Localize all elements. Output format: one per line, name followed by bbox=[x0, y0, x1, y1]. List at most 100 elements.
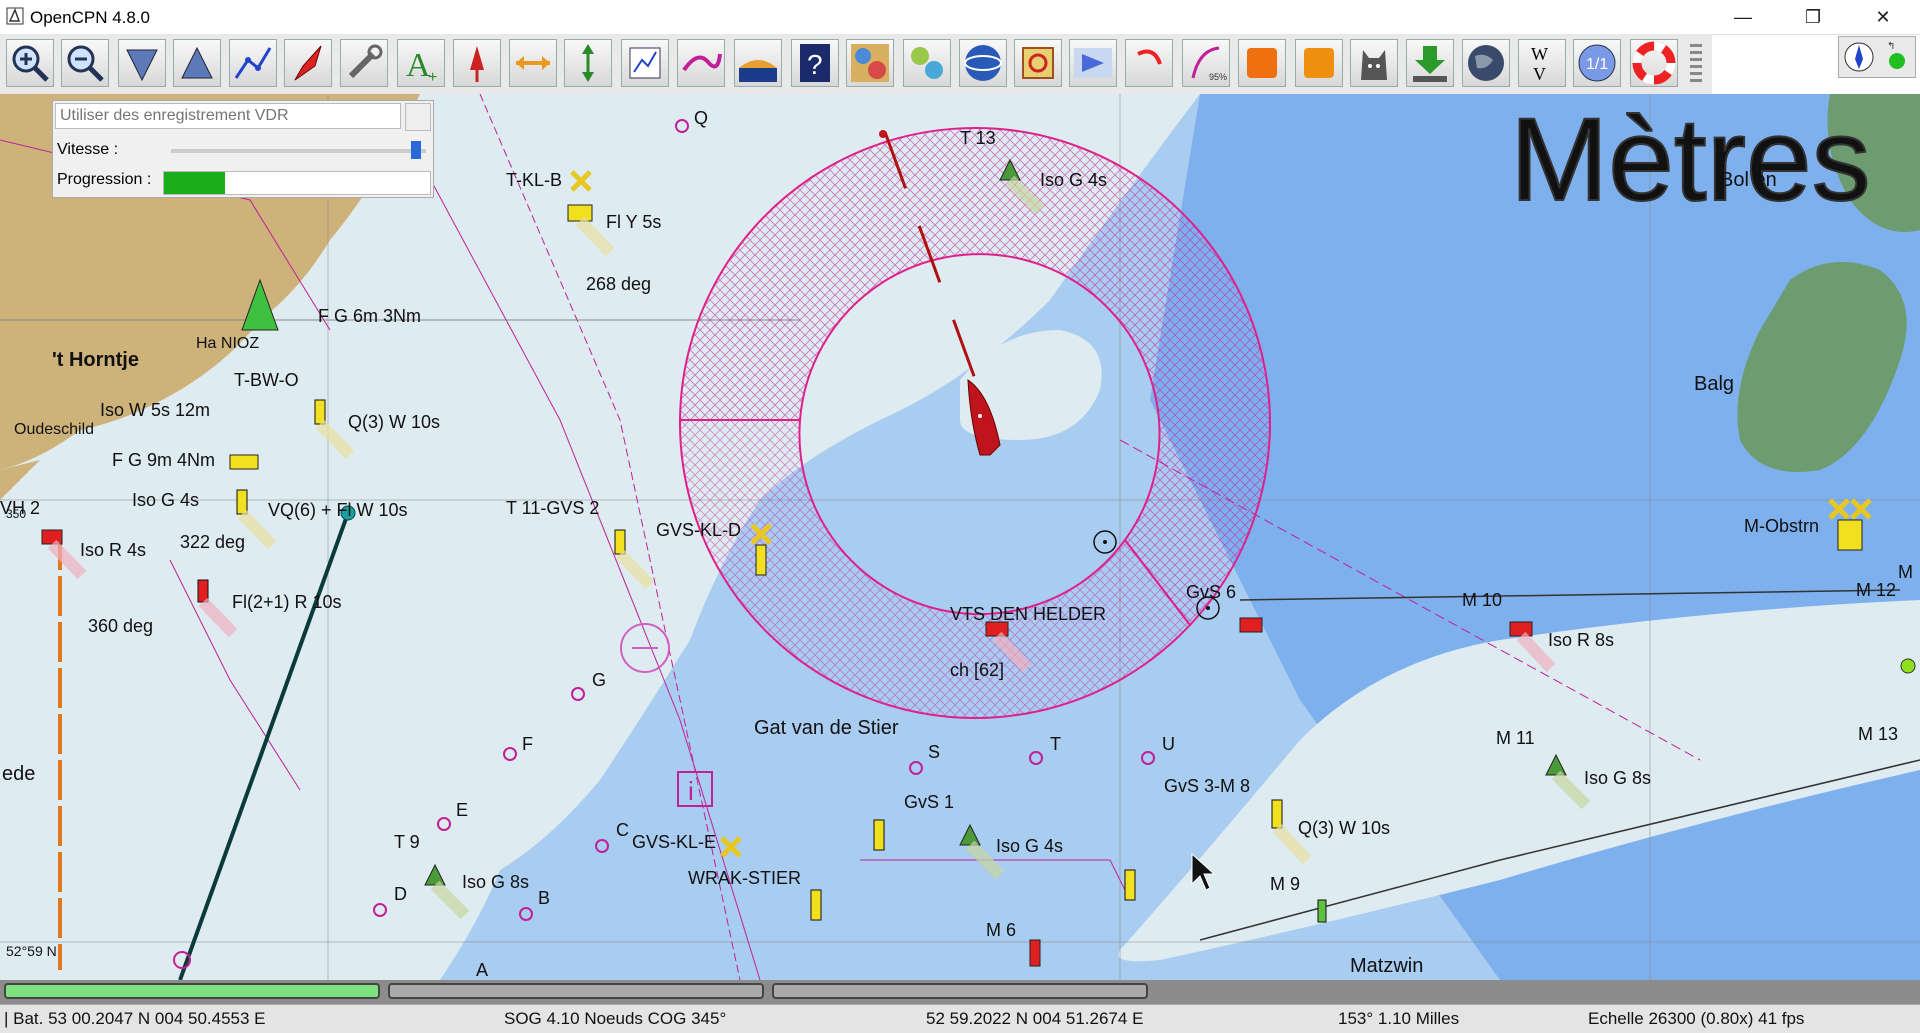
anchorage-label-g: G bbox=[592, 670, 606, 690]
vdr-file-button[interactable] bbox=[405, 103, 431, 131]
speed-slider[interactable] bbox=[171, 149, 426, 153]
watchdog-button[interactable] bbox=[1350, 39, 1398, 87]
tide-button[interactable] bbox=[509, 39, 557, 87]
logbook-button[interactable] bbox=[1014, 39, 1062, 87]
buoy-label-t11: T 11-GVS 2 bbox=[506, 498, 599, 518]
buoy-label-gvskle: GVS-KL-E bbox=[632, 832, 716, 852]
svg-text:?: ? bbox=[807, 49, 823, 80]
chart-bar-key-active[interactable] bbox=[4, 983, 380, 999]
area-label-gat-van-de-stier: Gat van de Stier bbox=[754, 717, 899, 739]
dashboard-icon bbox=[904, 40, 950, 86]
light-label-fg9m: F G 9m 4Nm bbox=[112, 450, 215, 470]
scale-up-icon bbox=[174, 40, 220, 86]
window-title: OpenCPN 4.8.0 bbox=[30, 8, 150, 28]
rotate-button[interactable] bbox=[1125, 39, 1173, 87]
area-label-bolen: Bol en bbox=[1720, 169, 1777, 191]
color-scheme-button[interactable] bbox=[734, 39, 782, 87]
download-button[interactable] bbox=[1406, 39, 1454, 87]
grib-button[interactable] bbox=[846, 39, 894, 87]
speed-slider-thumb[interactable] bbox=[411, 141, 421, 159]
progress-label: Progression : bbox=[57, 171, 151, 189]
google-earth-button[interactable] bbox=[959, 39, 1007, 87]
anchorage-label-e: E bbox=[456, 800, 468, 820]
anchorage-label-u: U bbox=[1162, 734, 1175, 754]
light-label-iso-g-8s-left: Iso G 8s bbox=[462, 872, 529, 892]
world-icon bbox=[1463, 40, 1509, 86]
buoy-label-m: M bbox=[1898, 562, 1913, 582]
measure-button[interactable] bbox=[564, 39, 612, 87]
settings-button[interactable] bbox=[340, 39, 388, 87]
speed-label: Vitesse : bbox=[57, 141, 118, 159]
cardinal-mark[interactable] bbox=[874, 820, 884, 850]
svg-text:W: W bbox=[1531, 44, 1548, 64]
scale-down-icon bbox=[119, 40, 165, 86]
vdr-button[interactable] bbox=[1069, 39, 1117, 87]
rotate-icon bbox=[1126, 40, 1172, 86]
light-label-iso-g-8s-right: Iso G 8s bbox=[1584, 768, 1651, 788]
place-label-nioz: Ha NIOZ bbox=[196, 335, 259, 352]
wmm-icon: WV bbox=[1519, 40, 1565, 86]
station-label-vts: VTS DEN HELDER bbox=[950, 604, 1106, 624]
lifebuoy-icon bbox=[1631, 40, 1677, 86]
light-label-iso-g-4s-mid: Iso G 4s bbox=[996, 836, 1063, 856]
vdr-playback-panel: Vitesse : Progression : bbox=[52, 100, 434, 198]
zoom-in-button[interactable] bbox=[6, 39, 54, 87]
help-button[interactable]: ? bbox=[791, 39, 839, 87]
orange-tool-2-button[interactable] bbox=[1295, 39, 1343, 87]
svg-text:V: V bbox=[1533, 64, 1546, 84]
chart-canvas[interactable]: i Mètres 't Horntje T 13 Iso G 4s T-KL-B… bbox=[0, 94, 1920, 980]
light-label-fl21: Fl(2+1) R 10s bbox=[232, 592, 342, 612]
man-overboard-button[interactable] bbox=[1630, 39, 1678, 87]
minimize-button[interactable]: — bbox=[1720, 0, 1766, 34]
close-button[interactable]: ✕ bbox=[1860, 0, 1906, 34]
track-button[interactable] bbox=[677, 39, 725, 87]
light-label-q3-w-10s: Q(3) W 10s bbox=[348, 412, 440, 432]
route-button[interactable] bbox=[229, 39, 277, 87]
yellow-special-mark[interactable] bbox=[230, 455, 258, 469]
dashboard-button[interactable] bbox=[903, 39, 951, 87]
light-label-q3-w-10s-right: Q(3) W 10s bbox=[1298, 818, 1390, 838]
compass-widget[interactable]: ↰ bbox=[1838, 36, 1916, 78]
red-buoy[interactable] bbox=[1240, 618, 1262, 632]
light-label-iso-r-8s: Iso R 8s bbox=[1548, 630, 1614, 650]
wmm-button[interactable]: WV bbox=[1518, 39, 1566, 87]
maximize-button[interactable]: ❐ bbox=[1790, 0, 1836, 34]
current-button[interactable] bbox=[453, 39, 501, 87]
chart-bar-key[interactable] bbox=[388, 983, 764, 999]
auto-follow-button[interactable] bbox=[284, 39, 332, 87]
cardinal-mark[interactable] bbox=[811, 890, 821, 920]
buoy-label-m9: M 9 bbox=[1270, 874, 1300, 894]
orange-tool-1-button[interactable] bbox=[1238, 39, 1286, 87]
one-to-one-button[interactable]: 1/1 bbox=[1573, 39, 1621, 87]
cardinal-mark[interactable] bbox=[1125, 870, 1135, 900]
progress-bar bbox=[163, 171, 431, 195]
download-icon bbox=[1407, 40, 1453, 86]
channel-label-62: ch [62] bbox=[950, 660, 1004, 680]
area-label-matzwin: Matzwin bbox=[1350, 955, 1423, 977]
weatherfax-button[interactable]: 95% bbox=[1182, 39, 1230, 87]
scale-down-button[interactable] bbox=[118, 39, 166, 87]
buoy-label-gvskld: GVS-KL-D bbox=[656, 520, 741, 540]
vdr-icon bbox=[1070, 40, 1116, 86]
zoom-in-icon bbox=[7, 40, 53, 86]
world-button[interactable] bbox=[1462, 39, 1510, 87]
buoy-label-t13: T 13 bbox=[960, 128, 996, 148]
sog-cog-status: SOG 4.10 Noeuds COG 345° bbox=[504, 1009, 726, 1029]
route-manager-button[interactable] bbox=[621, 39, 669, 87]
zoom-out-button[interactable] bbox=[61, 39, 109, 87]
red-buoy[interactable] bbox=[1030, 940, 1040, 966]
scale-up-button[interactable] bbox=[173, 39, 221, 87]
green-beacon[interactable] bbox=[1318, 900, 1326, 922]
main-toolbar: A+ ? 95% WV 1/1 bbox=[0, 34, 1712, 95]
track-icon bbox=[678, 40, 724, 86]
vdr-file-input[interactable] bbox=[55, 103, 401, 129]
toolbar-grip-handle[interactable] bbox=[1690, 44, 1702, 86]
green-beacon[interactable] bbox=[1901, 659, 1915, 673]
progress-bar-fill bbox=[164, 172, 225, 194]
chart-bar-key[interactable] bbox=[772, 983, 1148, 999]
text-button[interactable]: A+ bbox=[397, 39, 445, 87]
help-icon: ? bbox=[792, 40, 838, 86]
anchorage-label-f: F bbox=[522, 734, 533, 754]
weatherfax-icon: 95% bbox=[1183, 40, 1229, 86]
cursor-position-status: 52 59.2022 N 004 51.2674 E bbox=[926, 1009, 1143, 1029]
